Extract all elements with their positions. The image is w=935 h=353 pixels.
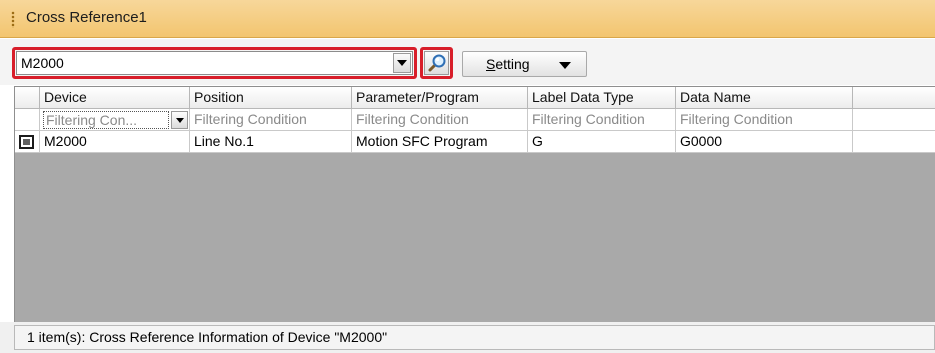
chevron-down-icon	[175, 117, 184, 123]
chevron-down-icon	[397, 60, 407, 66]
status-bar: 1 item(s): Cross Reference Information o…	[0, 322, 935, 353]
drag-grip-icon[interactable]	[11, 11, 15, 28]
filter-label-data-type-field[interactable]: Filtering Condition	[528, 109, 676, 131]
filter-row: Filtering Con... Filtering Condition Fil…	[15, 109, 935, 131]
title-bar[interactable]: Cross Reference1	[0, 0, 935, 38]
filter-position-field[interactable]: Filtering Condition	[190, 109, 352, 131]
row-selector-icon	[19, 135, 34, 149]
filter-device-cell[interactable]: Filtering Con...	[40, 109, 190, 131]
device-combo-dropdown-button[interactable]	[393, 53, 411, 73]
filter-data-name-field[interactable]: Filtering Condition	[676, 109, 853, 131]
row-header-corner[interactable]	[15, 87, 40, 109]
column-header-position[interactable]: Position	[190, 87, 352, 109]
cell-device[interactable]: M2000	[40, 131, 190, 153]
device-combo[interactable]: M2000	[16, 51, 413, 75]
chevron-down-icon	[559, 62, 571, 69]
setting-button-label: Setting	[486, 56, 530, 72]
grid-header-row: Device Position Parameter/Program Label …	[15, 87, 935, 109]
setting-button[interactable]: Setting	[462, 51, 587, 77]
column-header-label-data-type[interactable]: Label Data Type	[528, 87, 676, 109]
cell-filler	[853, 131, 935, 153]
cell-position[interactable]: Line No.1	[190, 131, 352, 153]
cross-reference-window: Cross Reference1 M2000 Setting Device Po…	[0, 0, 935, 353]
status-text: 1 item(s): Cross Reference Information o…	[14, 325, 935, 350]
cross-reference-grid[interactable]: Device Position Parameter/Program Label …	[14, 86, 935, 322]
cell-parameter-program[interactable]: Motion SFC Program	[352, 131, 528, 153]
device-combo-value[interactable]: M2000	[21, 55, 64, 71]
cell-data-name[interactable]: G0000	[676, 131, 853, 153]
cell-label-data-type[interactable]: G	[528, 131, 676, 153]
column-header-filler	[853, 87, 935, 109]
row-header[interactable]	[15, 131, 40, 153]
filter-row-header	[15, 109, 40, 131]
table-row[interactable]: M2000 Line No.1 Motion SFC Program G G00…	[15, 131, 935, 153]
filter-filler	[853, 109, 935, 131]
magnifier-icon	[428, 54, 446, 72]
toolbar: M2000 Setting	[0, 39, 935, 85]
filter-parameter-program-field[interactable]: Filtering Condition	[352, 109, 528, 131]
filter-device-field[interactable]: Filtering Con...	[43, 111, 169, 129]
column-header-device[interactable]: Device	[40, 87, 190, 109]
search-button[interactable]	[424, 51, 449, 75]
window-title: Cross Reference1	[26, 9, 147, 26]
filter-device-dropdown[interactable]	[171, 111, 188, 129]
column-header-parameter-program[interactable]: Parameter/Program	[352, 87, 528, 109]
column-header-data-name[interactable]: Data Name	[676, 87, 853, 109]
